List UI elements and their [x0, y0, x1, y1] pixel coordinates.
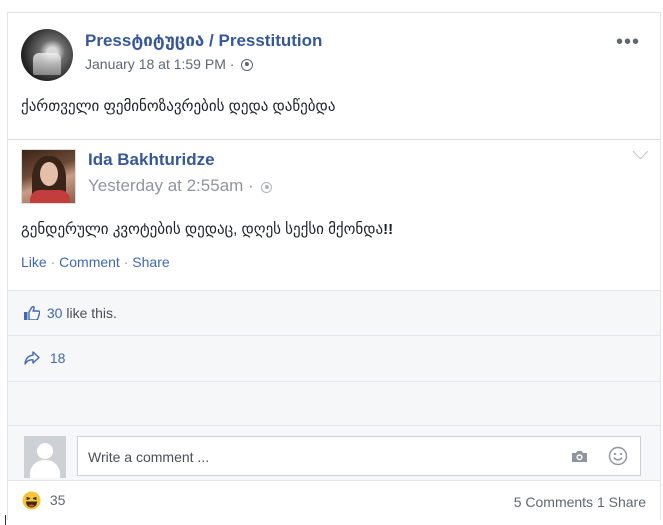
avatar-image-detail — [33, 53, 61, 75]
meta-separator: · — [229, 56, 235, 72]
post-footer: 35 5 Comments 1 Share — [8, 480, 660, 521]
page-avatar[interactable] — [21, 29, 73, 81]
shared-post-time-link[interactable]: Yesterday at 2:55am — [88, 176, 243, 195]
shared-post-text-body: გენდერული კვოტების დედაც, დღეს სექსი მქო… — [21, 221, 384, 238]
avatar-head — [37, 443, 53, 459]
post-meta: January 18 at 1:59 PM · — [85, 56, 254, 72]
reaction-count: 35 — [49, 492, 66, 508]
shared-post-text-emphasis: !! — [383, 221, 394, 238]
like-link[interactable]: Like — [21, 254, 47, 270]
haha-icon — [22, 491, 41, 510]
shared-post-actions: Like · Comment · Share — [21, 254, 170, 270]
shared-post-meta: Yesterday at 2:55am · — [88, 176, 273, 196]
shares-summary[interactable]: 18 — [24, 350, 65, 366]
post-header: Pressტიტუცია / Presstitution January 18 … — [21, 29, 646, 85]
comment-link[interactable]: Comment — [59, 254, 120, 270]
more-options-icon[interactable]: ••• — [616, 31, 640, 54]
chevron-down-icon[interactable] — [632, 143, 649, 160]
likes-row: 30 like this. — [8, 290, 660, 335]
shared-post: Ida Bakhturidze Yesterday at 2:55am · გე… — [8, 139, 660, 290]
share-arrow-icon — [24, 351, 40, 365]
action-separator: · — [123, 254, 129, 270]
reaction-summary[interactable]: 35 — [22, 491, 65, 510]
likes-summary: 30 like this. — [24, 305, 117, 321]
likes-suffix: like this. — [66, 305, 117, 321]
share-link[interactable]: Share — [132, 254, 169, 270]
thumbs-up-icon — [24, 306, 40, 320]
avatar-shirt — [30, 190, 70, 203]
camera-icon[interactable] — [571, 450, 588, 463]
footer-stats: 5 Comments 1 Share — [514, 494, 646, 510]
user-avatar — [24, 436, 66, 478]
edge-divider — [5, 515, 6, 525]
author-avatar[interactable] — [21, 149, 76, 204]
shares-count-link[interactable]: 1 Share — [597, 494, 646, 510]
shared-post-text: გენდერული კვოტების დედაც, დღეს სექსი მქო… — [21, 220, 393, 238]
comment-box — [77, 436, 641, 477]
globe-icon[interactable] — [241, 59, 254, 71]
post-card: Pressტიტუცია / Presstitution January 18 … — [7, 12, 661, 521]
likes-count-link[interactable]: 30 — [47, 305, 63, 321]
globe-icon[interactable] — [261, 182, 273, 193]
comment-composer-row — [8, 425, 660, 480]
comments-count-link[interactable]: 5 Comments — [514, 494, 593, 510]
post-date-link[interactable]: January 18 at 1:59 PM — [85, 56, 226, 72]
shares-row: 18 — [8, 335, 660, 381]
comments-spacer — [8, 381, 660, 425]
shares-count: 18 — [49, 350, 66, 366]
avatar-body — [30, 460, 60, 478]
comment-input[interactable] — [86, 437, 550, 477]
avatar-face — [40, 162, 58, 186]
emoji-icon[interactable] — [608, 446, 628, 466]
page-name-link[interactable]: Pressტიტუცია / Presstitution — [85, 31, 322, 51]
meta-separator: · — [248, 176, 254, 195]
author-name-link[interactable]: Ida Bakhturidze — [88, 150, 215, 170]
action-separator: · — [50, 254, 56, 270]
post-text: ქართველი ფემინოზავრების დედა დაწებდა — [21, 98, 336, 115]
